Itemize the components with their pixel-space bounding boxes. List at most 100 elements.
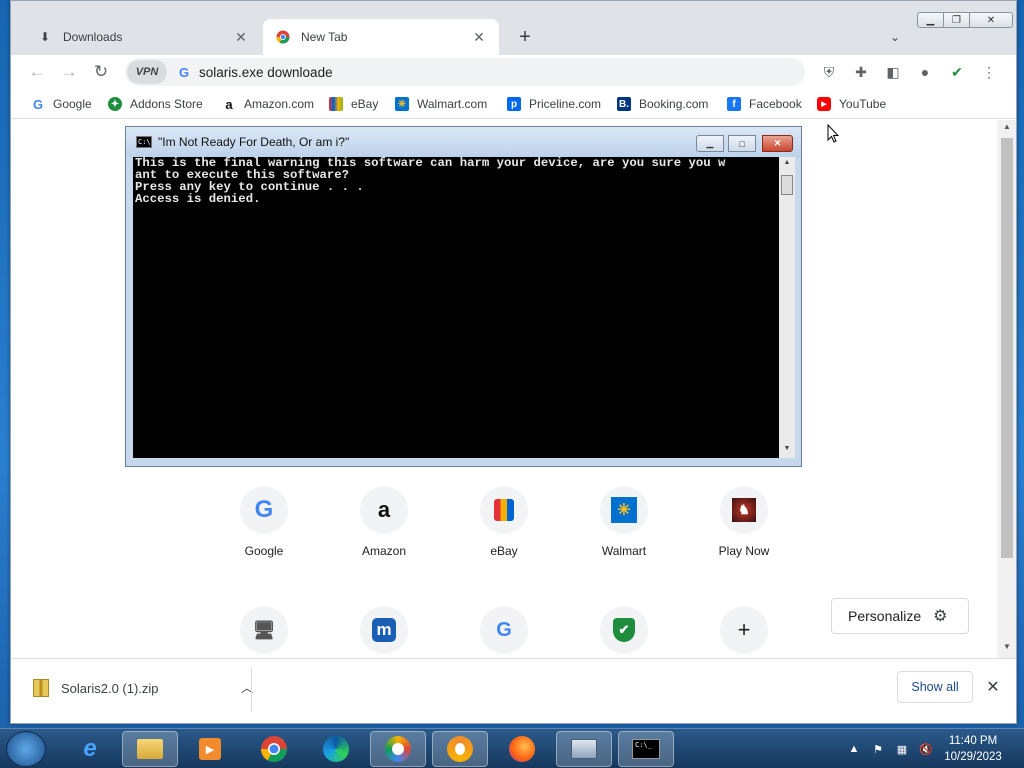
bookmark-facebook[interactable]: f Facebook	[727, 95, 802, 113]
scroll-up-arrow-icon[interactable]: ▲	[997, 122, 1016, 134]
minimize-button[interactable]: ▁	[917, 12, 944, 28]
clock-time: 11:40 PM	[948, 735, 998, 747]
amazon-icon: a	[225, 96, 233, 112]
action-center-flag-icon[interactable]: ⚑	[870, 741, 886, 757]
shortcut-computer[interactable]: 🖥	[216, 606, 312, 658]
show-hidden-icons-icon[interactable]: ▲	[846, 741, 862, 757]
command-prompt-icon[interactable]: C:\_	[618, 731, 674, 767]
download-item[interactable]: Solaris2.0 (1).zip ︿	[33, 675, 253, 701]
shortcut-play-now[interactable]: ♞ Play Now	[696, 486, 792, 576]
shield-check-icon: ✔	[600, 606, 648, 654]
chrome-taskbar-icon[interactable]	[246, 731, 302, 767]
start-button[interactable]	[6, 731, 46, 767]
reload-icon[interactable]: ↻	[89, 60, 113, 84]
browser-toolbar: ← → ↻ VPN G ⛨ ✚ ◧ ● ✔ ⋮	[11, 55, 1016, 89]
tab-search-chevron-icon[interactable]: ⌄	[885, 27, 905, 47]
bookmark-priceline[interactable]: p Priceline.com	[507, 95, 601, 113]
console-output[interactable]: This is the final warning this software …	[133, 157, 779, 458]
avast-browser-icon[interactable]	[432, 731, 488, 767]
file-explorer-icon[interactable]	[122, 731, 178, 767]
bookmark-addons-store[interactable]: ✦ Addons Store	[108, 95, 203, 113]
console-line: Access is denied.	[135, 192, 261, 206]
console-scroll-up-icon[interactable]: ▲	[779, 159, 795, 166]
back-arrow-icon[interactable]: ←	[25, 60, 49, 84]
new-tab-button[interactable]: +	[513, 25, 537, 49]
taskbar-clock[interactable]: 11:40 PM 10/29/2023	[936, 733, 1010, 765]
console-scroll-thumb[interactable]	[781, 175, 793, 195]
shortcut-label: Play Now	[718, 544, 770, 558]
zip-file-icon	[33, 679, 49, 697]
cmd-icon: C:\	[136, 136, 152, 148]
tab-downloads[interactable]: ⬇ Downloads ✕	[25, 19, 261, 55]
page-scrollbar[interactable]: ▲ ▼	[997, 120, 1016, 658]
profile-avatar-icon[interactable]: ●	[915, 62, 935, 82]
download-icon: ⬇	[39, 30, 51, 44]
shortcut-label: Walmart	[601, 544, 647, 558]
console-minimize-button[interactable]: ▁	[696, 135, 724, 152]
vpn-badge[interactable]: VPN	[127, 60, 167, 84]
add-shortcut-button[interactable]: +	[696, 606, 792, 658]
console-title: "Im Not Ready For Death, Or am i?"	[158, 135, 350, 149]
console-close-button[interactable]: ✕	[762, 135, 793, 152]
firefox-icon[interactable]	[494, 731, 550, 767]
media-player-icon[interactable]: ▶	[182, 731, 238, 767]
bookmark-booking[interactable]: B. Booking.com	[617, 95, 708, 113]
shortcut-google-2[interactable]: G	[456, 606, 552, 658]
tab-new-tab[interactable]: New Tab ✕	[263, 19, 499, 55]
tab-close-icon[interactable]: ✕	[233, 29, 249, 45]
console-maximize-button[interactable]: □	[728, 135, 756, 152]
bookmark-google[interactable]: G Google	[31, 95, 92, 113]
shortcut-ebay[interactable]: eBay	[456, 486, 552, 576]
personalize-label: Personalize	[848, 608, 922, 624]
shortcut-google[interactable]: G Google	[216, 486, 312, 576]
network-icon[interactable]: ▦	[894, 741, 910, 757]
shortcut-label: Google	[244, 544, 284, 558]
sliders-icon: ⚙	[933, 608, 948, 625]
security-shield-check-icon[interactable]: ✔	[947, 62, 967, 82]
tab-close-icon[interactable]: ✕	[471, 29, 487, 45]
address-input[interactable]	[199, 64, 759, 80]
google-icon: G	[240, 486, 288, 534]
edge-icon[interactable]	[308, 731, 364, 767]
shortcut-walmart[interactable]: ✳ Walmart	[576, 486, 672, 576]
google-icon: G	[32, 96, 44, 112]
show-all-button[interactable]: Show all	[897, 671, 973, 703]
keyboard-screen-icon[interactable]	[556, 731, 612, 767]
m-logo-icon: m	[360, 606, 408, 654]
bookmark-amazon[interactable]: a Amazon.com	[222, 95, 314, 113]
bookmark-ebay[interactable]: eBay	[329, 95, 378, 113]
bookmark-label: Google	[53, 97, 92, 111]
walmart-icon: ✳	[600, 486, 648, 534]
facebook-icon: f	[727, 97, 741, 111]
internet-explorer-icon[interactable]: e	[62, 731, 118, 767]
shortcut-label: eBay	[490, 544, 518, 558]
shortcut-shield[interactable]: ✔	[576, 606, 672, 658]
chrome-icon	[275, 29, 291, 45]
address-bar[interactable]: VPN G	[125, 58, 805, 86]
extensions-puzzle-icon[interactable]: ✚	[851, 62, 871, 82]
console-scrollbar[interactable]: ▲ ▼	[779, 157, 795, 458]
close-download-bar-icon[interactable]: ✕	[983, 675, 1003, 699]
bookmark-youtube[interactable]: ▶ YouTube	[817, 95, 886, 113]
scroll-down-arrow-icon[interactable]: ▼	[997, 642, 1016, 654]
menu-kebab-icon[interactable]: ⋮	[979, 62, 999, 82]
console-scroll-down-icon[interactable]: ▼	[779, 445, 795, 452]
restore-button[interactable]: ❐	[943, 12, 970, 28]
vpn-app-icon[interactable]	[370, 731, 426, 767]
shortcut-m[interactable]: m	[336, 606, 432, 658]
privacy-shield-icon[interactable]: ⛨	[819, 62, 839, 82]
tab-title: Downloads	[63, 30, 123, 44]
close-window-button[interactable]: ✕	[969, 12, 1013, 28]
youtube-icon: ▶	[817, 97, 831, 111]
speaker-muted-icon[interactable]: 🔇	[918, 741, 934, 757]
personalize-button[interactable]: Personalize ⚙	[831, 598, 969, 634]
forward-arrow-icon[interactable]: →	[57, 60, 81, 84]
side-panel-icon[interactable]: ◧	[883, 62, 903, 82]
console-window[interactable]: C:\ "Im Not Ready For Death, Or am i?" ▁…	[125, 126, 802, 467]
game-character-icon: ♞	[720, 486, 768, 534]
mouse-pointer-icon	[827, 124, 839, 143]
tab-title: New Tab	[301, 30, 348, 44]
shortcut-amazon[interactable]: a Amazon	[336, 486, 432, 576]
scroll-thumb[interactable]	[1001, 138, 1013, 558]
bookmark-walmart[interactable]: ✳ Walmart.com	[395, 95, 487, 113]
